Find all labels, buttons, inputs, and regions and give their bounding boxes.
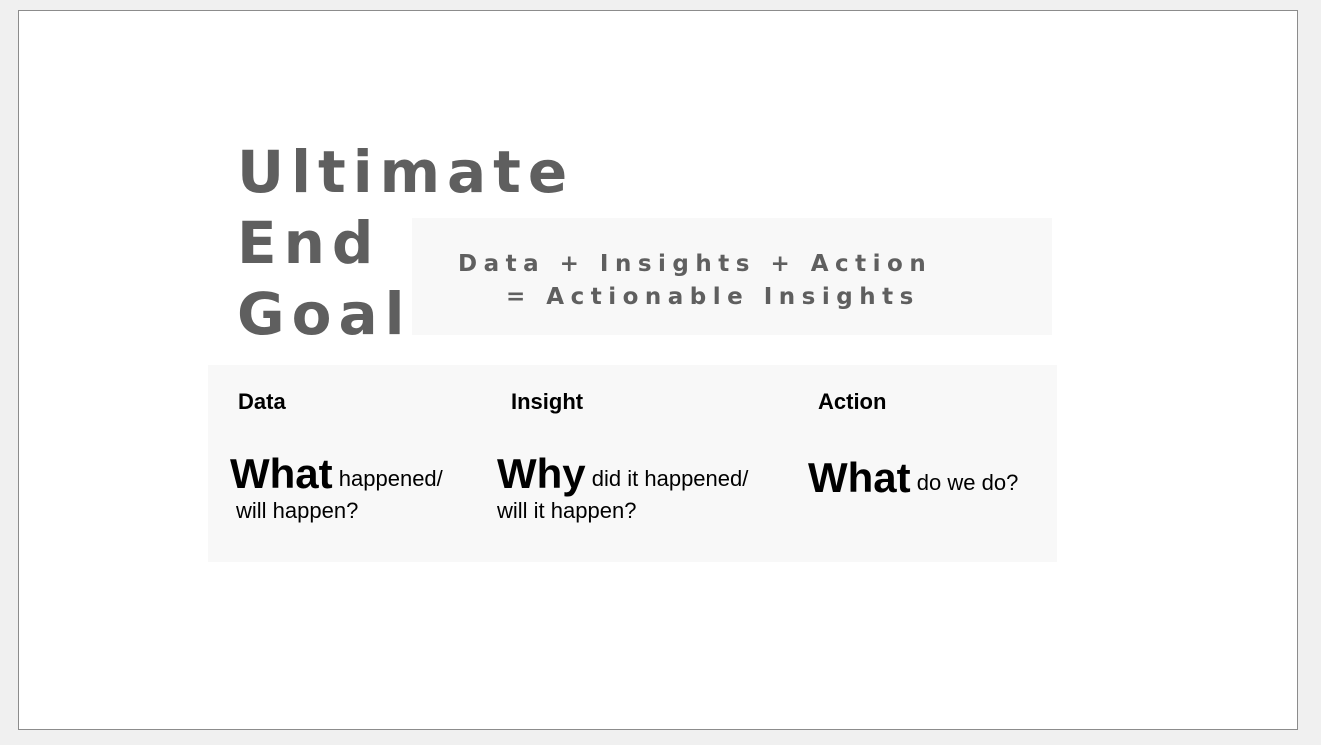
body-text: happened/ xyxy=(338,466,443,491)
body-text: will it happen? xyxy=(497,498,637,523)
emphasis-word: Why xyxy=(497,450,586,497)
column-heading-insight: Insight xyxy=(511,389,584,414)
equation-text: Data + Insights + Action = Actionable In… xyxy=(458,248,932,314)
body-text: do we do? xyxy=(916,470,1019,495)
body-text: did it happened/ xyxy=(591,466,749,491)
emphasis-word: What xyxy=(808,454,911,501)
column-heading-action: Action xyxy=(818,389,887,414)
equation-panel: Data + Insights + Action = Actionable In… xyxy=(412,218,1052,335)
equation-line-1: Data + Insights + Action xyxy=(458,251,933,277)
column-body-data: What happened/ will happen? xyxy=(230,453,500,526)
title-line-1: Ultimate xyxy=(237,138,575,206)
emphasis-word: What xyxy=(230,450,333,497)
column-heading-data: Data xyxy=(238,389,286,414)
column-body-action: What do we do? xyxy=(808,457,1048,499)
column-body-insight: Why did it happened/ will it happen? xyxy=(497,453,767,526)
equation-line-2: = Actionable Insights xyxy=(506,284,920,310)
body-text: will happen? xyxy=(236,498,359,523)
slide: Ultimate End Goal Data + Insights + Acti… xyxy=(18,10,1298,730)
definitions-panel: Data What happened/ will happen? Insight… xyxy=(208,365,1057,562)
